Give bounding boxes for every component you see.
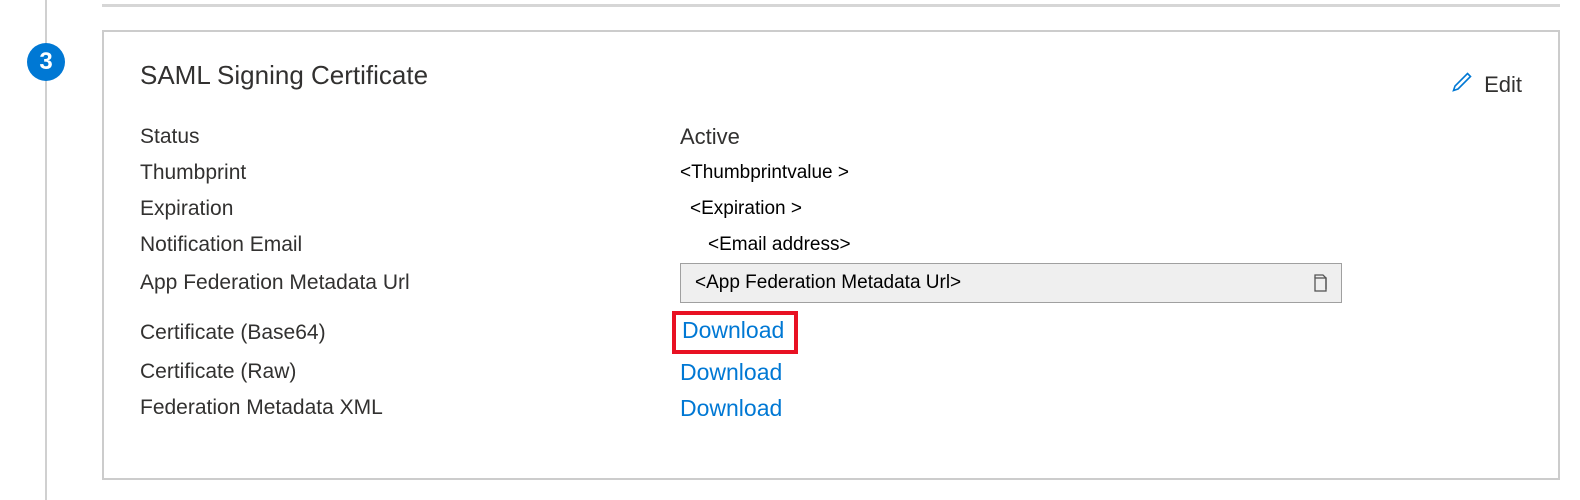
label-certificate-raw: Certificate (Raw): [140, 360, 680, 384]
previous-card-bottom-edge: [102, 4, 1560, 7]
row-certificate-raw: Certificate (Raw) Download: [140, 354, 1522, 390]
card-title: SAML Signing Certificate: [140, 60, 1522, 91]
row-notification-email: Notification Email <Email address>: [140, 227, 1522, 263]
step-number-badge: 3: [27, 43, 65, 81]
label-expiration: Expiration: [140, 197, 680, 221]
row-thumbprint: Thumbprint <Thumbprintvalue >: [140, 155, 1522, 191]
label-notification-email: Notification Email: [140, 233, 680, 257]
label-status: Status: [140, 125, 680, 149]
copy-icon: [1310, 273, 1328, 293]
saml-signing-certificate-card: SAML Signing Certificate Edit Status Act…: [102, 30, 1560, 480]
label-federation-metadata-xml: Federation Metadata XML: [140, 396, 680, 420]
download-highlight-box: Download: [672, 311, 798, 354]
value-app-federation-metadata-url: <App Federation Metadata Url>: [695, 272, 961, 294]
value-thumbprint: <Thumbprintvalue >: [680, 162, 849, 184]
pencil-icon: [1450, 70, 1474, 100]
row-federation-metadata-xml: Federation Metadata XML Download: [140, 390, 1522, 426]
value-notification-email: <Email address>: [680, 234, 851, 256]
row-app-federation-metadata-url: App Federation Metadata Url <App Federat…: [140, 263, 1522, 303]
metadata-url-field[interactable]: <App Federation Metadata Url>: [680, 263, 1342, 303]
row-status: Status Active: [140, 119, 1522, 155]
label-app-federation-metadata-url: App Federation Metadata Url: [140, 271, 680, 295]
row-expiration: Expiration <Expiration >: [140, 191, 1522, 227]
copy-button[interactable]: [1307, 271, 1331, 295]
download-link-certificate-raw[interactable]: Download: [680, 359, 782, 386]
download-link-federation-metadata-xml[interactable]: Download: [680, 395, 782, 422]
value-status: Active: [680, 124, 1522, 150]
label-thumbprint: Thumbprint: [140, 161, 680, 185]
label-certificate-base64: Certificate (Base64): [140, 321, 680, 345]
field-rows: Status Active Thumbprint <Thumbprintvalu…: [140, 119, 1522, 426]
value-expiration: <Expiration >: [680, 198, 802, 220]
edit-label: Edit: [1484, 72, 1522, 98]
row-certificate-base64: Certificate (Base64) Download: [140, 311, 1522, 354]
card-header: SAML Signing Certificate Edit: [140, 60, 1522, 91]
step-number: 3: [39, 48, 52, 76]
edit-button[interactable]: Edit: [1450, 70, 1522, 100]
download-link-certificate-base64[interactable]: Download: [682, 317, 784, 343]
